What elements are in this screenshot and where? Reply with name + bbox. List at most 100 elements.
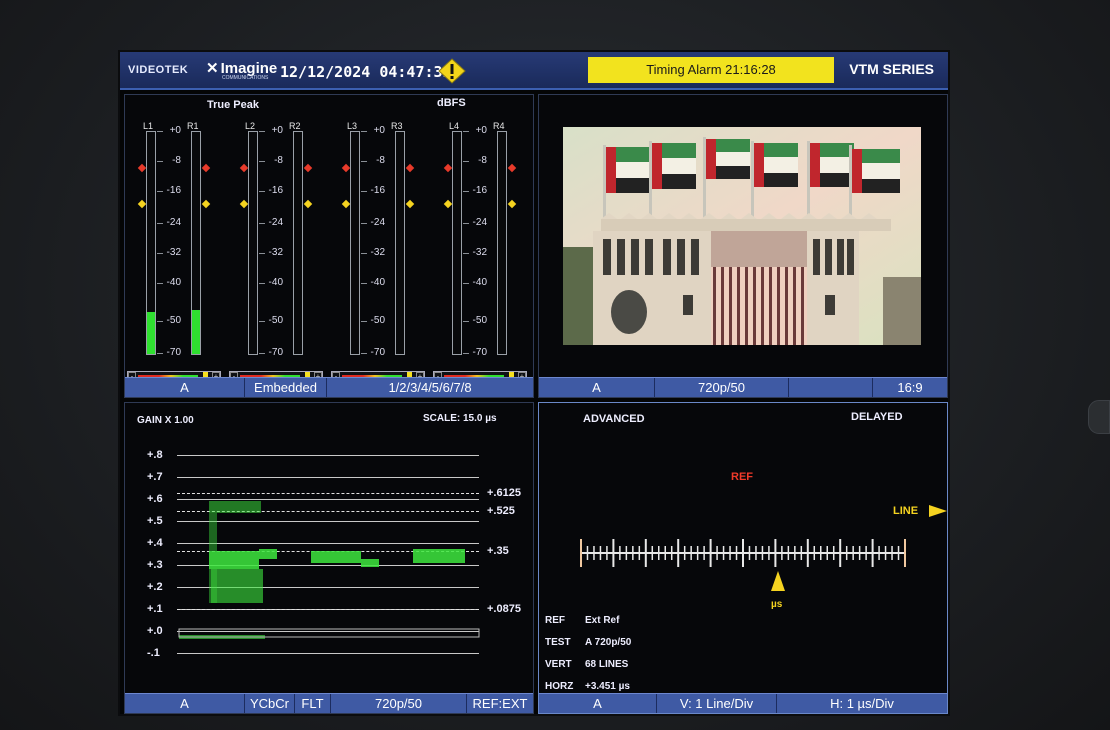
meter-scale-label: -24 [370,217,385,228]
waveform-status-bar: A YCbCr FLT 720p/50 REF:EXT [125,693,533,713]
audio-status-source[interactable]: Embedded [245,378,327,397]
timing-status-input[interactable]: A [539,694,657,713]
scale-tick [361,191,367,192]
meter-scale-label: -70 [268,347,283,358]
meter-scale-label: +0 [169,125,181,136]
timing-status-bar: A V: 1 Line/Div H: 1 µs/Div [539,693,947,713]
meter-scale-label: -8 [376,155,385,166]
scale-tick [259,131,265,132]
scale-tick [463,353,469,354]
meter-label-right: R1 [187,121,199,131]
peak-marker-yellow-icon [341,199,351,209]
peak-marker-yellow-icon [137,199,147,209]
meter-scale-label: -50 [370,315,385,326]
timing-status-horz[interactable]: H: 1 µs/Div [777,694,947,713]
audio-meter-panel[interactable]: True Peak dBFS L1 R1 +0 -8 -16 -24 -32 -40 -50 -7… [124,94,534,398]
peak-marker-red-icon [239,163,249,173]
meter-bar-right [293,131,303,355]
meter-bar-right [497,131,507,355]
picture-status-input[interactable]: A [539,378,655,397]
peak-marker-yellow-icon [239,199,249,209]
meter-scale-label: +0 [373,125,385,136]
scale-tick [463,253,469,254]
peak-marker-yellow-icon [443,199,453,209]
datetime: 12/12/2024 04:47:35 [280,63,452,81]
scale-tick [259,321,265,322]
picture-panel[interactable]: A 720p/50 16:9 [538,94,948,398]
warning-triangle-icon[interactable] [438,58,466,84]
timing-info-key: REF [545,615,565,626]
scale-tick [463,223,469,224]
scale-tick [157,161,163,162]
meter-label-right: R2 [289,121,301,131]
video-thumbnail [563,127,921,345]
timing-info-key: VERT [545,659,572,670]
advanced-label: ADVANCED [583,413,645,425]
picture-status-empty[interactable] [789,378,873,397]
flags-building-image [563,127,921,345]
scale-tick [157,223,163,224]
meter-bar-right [395,131,405,355]
meter-scale-label: -8 [274,155,283,166]
peak-marker-red-icon [405,163,415,173]
timing-alarm[interactable]: Timing Alarm 21:16:28 [588,57,834,83]
peak-marker-yellow-icon [405,199,415,209]
meter-scale-label: -40 [268,277,283,288]
meter-scale-label: -40 [472,277,487,288]
meter-scale-label: -24 [166,217,181,228]
scale-tick [463,191,469,192]
waveform-panel[interactable]: GAIN X 1.00 SCALE: 15.0 µs +.8 +.7 +.6 +.5 +… [124,402,534,714]
peak-marker-red-icon [303,163,313,173]
meter-scale-label: -16 [268,185,283,196]
scale-tick [157,253,163,254]
waveform-status-input[interactable]: A [125,694,245,713]
us-label: µs [771,599,783,610]
meter-scale-label: -32 [166,247,181,258]
peak-marker-yellow-icon [201,199,211,209]
line-label: LINE [893,505,919,517]
waveform-status-ref[interactable]: REF:EXT [467,694,533,713]
imagine-logo: ✕ Imagine COMMUNICATIONS [206,59,277,81]
meter-scale-label: -16 [370,185,385,196]
picture-status-format[interactable]: 720p/50 [655,378,789,397]
scale-tick [361,253,367,254]
waveform-status-filter[interactable]: FLT [295,694,331,713]
scale-tick [463,321,469,322]
timing-status-vert[interactable]: V: 1 Line/Div [657,694,777,713]
scale-tick [259,283,265,284]
meter-scale-label: -8 [172,155,181,166]
meter-scale-label: -40 [166,277,181,288]
scale-tick [259,253,265,254]
scale-tick [157,131,163,132]
scale-tick [361,353,367,354]
meter-scale-label: +0 [271,125,283,136]
waveform-status-format[interactable]: 720p/50 [331,694,467,713]
meter-scale-label: -32 [370,247,385,258]
waveform-status-colorspace[interactable]: YCbCr [245,694,295,713]
timing-panel[interactable]: ADVANCED DELAYED REF LINE µs REF Ext Ref T… [538,402,948,714]
meter-scale-label: -50 [472,315,487,326]
meter-label-right: R4 [493,121,505,131]
dbfs-label: dBFS [437,97,466,109]
audio-status-bar: A Embedded 1/2/3/4/5/6/7/8 [125,377,533,397]
meter-scale-label: -32 [472,247,487,258]
audio-status-channels[interactable]: 1/2/3/4/5/6/7/8 [327,378,533,397]
peak-marker-yellow-icon [303,199,313,209]
delayed-label: DELAYED [851,411,903,423]
meter-scale-label: -50 [166,315,181,326]
picture-status-aspect[interactable]: 16:9 [873,378,947,397]
ref-marker-label: REF [731,471,753,483]
scale-tick [361,223,367,224]
meter-scale-label: -70 [166,347,181,358]
meter-bar-right [191,131,201,355]
audio-status-input[interactable]: A [125,378,245,397]
scale-tick [259,223,265,224]
meter-scale-label: -40 [370,277,385,288]
meter-scale-label: -8 [478,155,487,166]
peak-marker-yellow-icon [507,199,517,209]
timing-info-value: 68 LINES [585,659,629,670]
timing-info-value: A 720p/50 [585,637,632,648]
waveform-trace [178,501,480,639]
meter-scale-label: -70 [370,347,385,358]
bezel-button[interactable] [1088,400,1110,434]
